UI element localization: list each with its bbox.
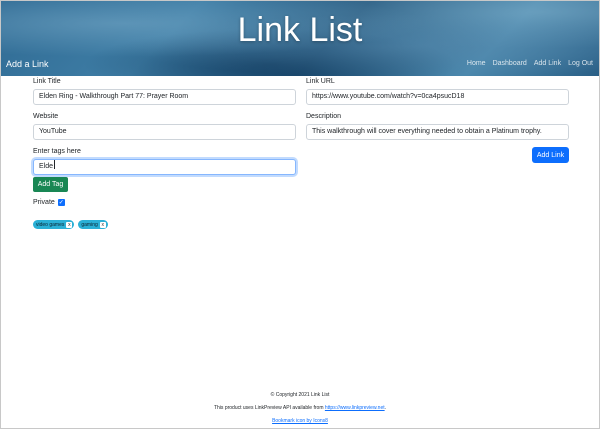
footer-api-link[interactable]: https://www.linkpreview.net: [325, 405, 385, 411]
private-label: Private: [33, 199, 55, 206]
tags-input-value: Elde: [39, 163, 54, 170]
nav-add-link[interactable]: Add Link: [534, 60, 561, 67]
link-title-input[interactable]: Elden Ring - Walkthrough Part 77: Prayer…: [33, 89, 296, 105]
private-toggle: Private ✓: [33, 199, 65, 206]
description-input[interactable]: This walkthrough will cover everything n…: [306, 124, 569, 140]
footer-copyright: © Copyright 2021 Link List: [270, 392, 330, 398]
tag-chip: video games x: [33, 220, 75, 229]
tags-label: Enter tags here: [33, 148, 81, 155]
private-checkbox[interactable]: ✓: [57, 199, 65, 206]
tag-label: video games: [36, 221, 65, 228]
add-tag-button[interactable]: Add Tag: [33, 177, 68, 192]
tag-chip: gaming x: [78, 220, 108, 229]
top-nav: Home Dashboard Add Link Log Out: [467, 60, 593, 67]
tag-list: video games x gaming x: [33, 220, 108, 229]
tag-remove-icon[interactable]: x: [99, 221, 106, 228]
link-url-input[interactable]: https://www.youtube.com/watch?v=0ca4psuc…: [306, 89, 569, 105]
description-label: Description: [306, 113, 342, 120]
website-label: Website: [33, 113, 59, 120]
nav-log-out[interactable]: Log Out: [568, 60, 593, 67]
nav-home[interactable]: Home: [467, 60, 486, 67]
checkbox-checked-icon: ✓: [58, 199, 64, 206]
footer-icon-credit: Bookmark icon by Icons8: [1, 418, 599, 424]
text-caret: [54, 160, 56, 169]
nav-dashboard[interactable]: Dashboard: [493, 60, 527, 67]
footer-api-notice: This product uses LinkPreview API availa…: [1, 405, 599, 411]
link-url-label: Link URL: [306, 78, 335, 85]
tag-remove-icon[interactable]: x: [66, 221, 73, 228]
page-subtitle: Add a Link: [6, 59, 49, 69]
tags-input[interactable]: Elde: [33, 159, 296, 175]
link-title-label: Link Title: [33, 78, 61, 85]
footer-api-text: This product uses LinkPreview API availa…: [213, 405, 324, 411]
footer-api-suffix: .: [384, 405, 387, 411]
app-title: Link List: [237, 11, 363, 49]
footer-icon-credit-link[interactable]: Bookmark icon by Icons8: [272, 418, 328, 424]
tag-label: gaming: [81, 221, 98, 228]
website-input[interactable]: YouTube: [33, 124, 296, 140]
add-link-button[interactable]: Add Link: [532, 147, 569, 163]
